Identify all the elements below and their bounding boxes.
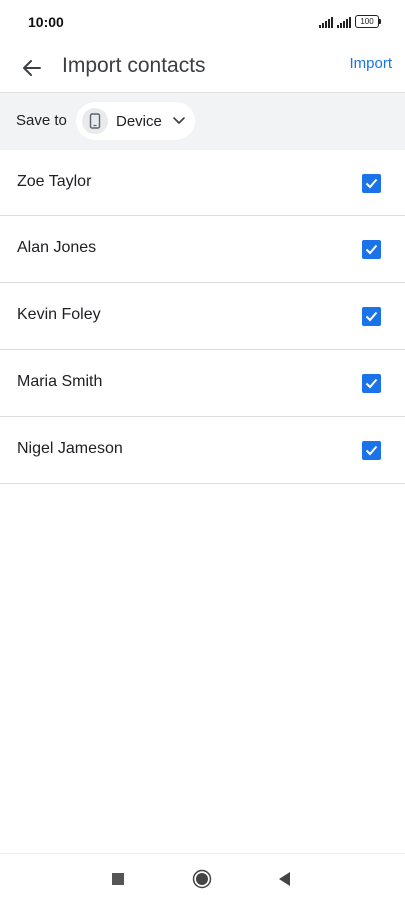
recents-square-icon (112, 873, 124, 885)
check-icon (365, 311, 378, 322)
check-icon (365, 244, 378, 255)
contact-name: Alan Jones (17, 239, 97, 256)
device-chip[interactable]: Device (76, 102, 195, 140)
save-to-label: Save to (16, 112, 67, 129)
contact-row[interactable]: Kevin Foley (0, 283, 405, 350)
checkbox-checked[interactable] (362, 307, 381, 326)
check-icon (365, 378, 378, 389)
status-bar: 10:00 100 (0, 0, 405, 44)
contact-row[interactable]: Alan Jones (0, 216, 405, 283)
signal-icon (337, 16, 351, 28)
checkbox-checked[interactable] (362, 240, 381, 259)
contact-row[interactable]: Nigel Jameson (0, 417, 405, 484)
contact-list: Zoe Taylor Alan Jones Kevin Foley Maria … (0, 150, 405, 484)
arrow-back-icon (23, 60, 41, 76)
check-icon (365, 445, 378, 456)
save-to-bar: Save to Device (0, 92, 405, 150)
home-button[interactable] (190, 867, 214, 891)
checkbox-checked[interactable] (362, 374, 381, 393)
chevron-down-icon (172, 116, 186, 126)
back-button[interactable] (14, 50, 50, 86)
contact-row[interactable]: Zoe Taylor (0, 150, 405, 216)
contact-name: Nigel Jameson (17, 440, 123, 457)
system-nav-bar (0, 853, 405, 902)
nav-back-button[interactable] (273, 867, 297, 891)
contact-name: Maria Smith (17, 373, 103, 390)
battery-icon: 100 (355, 15, 381, 28)
home-circle-icon (192, 869, 212, 889)
back-triangle-icon (279, 872, 290, 886)
page-title: Import contacts (62, 54, 206, 77)
contact-name: Zoe Taylor (17, 173, 92, 190)
device-chip-label: Device (116, 112, 162, 130)
app-bar: Import contacts Import (0, 44, 405, 92)
status-icons: 100 (319, 14, 381, 28)
check-icon (365, 178, 378, 189)
contact-row[interactable]: Maria Smith (0, 350, 405, 417)
phone-icon (89, 113, 101, 129)
screen: 10:00 100 Import contacts Import Save to (0, 0, 405, 902)
import-button[interactable]: Import (349, 54, 392, 74)
status-time: 10:00 (28, 14, 64, 30)
phone-icon-container (82, 108, 108, 134)
signal-icon (319, 16, 333, 28)
contact-name: Kevin Foley (17, 306, 101, 323)
checkbox-checked[interactable] (362, 174, 381, 193)
recents-button[interactable] (106, 867, 130, 891)
battery-level: 100 (360, 17, 374, 26)
checkbox-checked[interactable] (362, 441, 381, 460)
